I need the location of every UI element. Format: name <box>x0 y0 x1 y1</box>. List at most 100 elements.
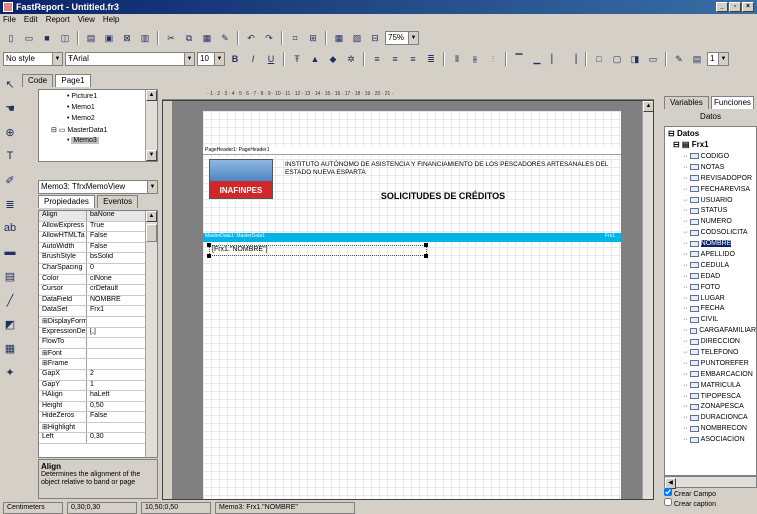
field-item[interactable]: ·· NUMERO <box>683 216 756 227</box>
menu-file[interactable]: File <box>3 15 16 26</box>
create-field-option[interactable]: Crear Campo <box>664 488 757 498</box>
ungroup-icon[interactable]: ⊞ <box>305 30 321 46</box>
field-item[interactable]: ·· EDAD <box>683 271 756 282</box>
property-row[interactable]: ⊞Font <box>39 348 145 360</box>
data-h-scrollbar[interactable]: ◀ <box>664 476 757 489</box>
data-root[interactable]: ⊟ Datos <box>665 127 756 140</box>
cut-icon[interactable]: ✂ <box>163 30 179 46</box>
text-object-icon[interactable]: ab <box>2 222 18 242</box>
field-item[interactable]: ·· TELEFONO <box>683 347 756 358</box>
property-row[interactable]: AllowHTMLTa False <box>39 232 145 243</box>
zoom-select[interactable]: 75% ▼ <box>385 31 419 45</box>
property-row[interactable]: AutoWidth False <box>39 242 145 254</box>
property-row[interactable]: CharSpacing 0 <box>39 263 145 275</box>
menu-edit[interactable]: Edit <box>24 15 38 26</box>
tab-properties[interactable]: Propiedades <box>38 195 95 208</box>
field-item[interactable]: ·· NOMBRE <box>683 238 756 249</box>
property-value[interactable]: 0,50 <box>87 402 145 412</box>
tree-item-selected[interactable]: • Memo3 <box>67 137 157 148</box>
underline-icon[interactable]: U <box>263 51 279 67</box>
property-value[interactable] <box>87 423 145 433</box>
tree-item[interactable]: • Memo2 <box>67 115 157 126</box>
property-value[interactable] <box>87 317 145 327</box>
frame-bottom-icon[interactable]: ▁ <box>529 51 545 67</box>
scroll-up-icon[interactable]: ▲ <box>146 90 157 101</box>
frame-none-icon[interactable]: ▢ <box>609 51 625 67</box>
field-item[interactable]: ·· LUGAR <box>683 293 756 304</box>
field-item[interactable]: ·· PUNTOREFER <box>683 358 756 369</box>
master-data-band[interactable]: MasterData1: MasterData1 Frx1 <box>203 233 621 242</box>
property-row[interactable]: ExpressionDe [,] <box>39 327 145 339</box>
field-item[interactable]: ·· CIVIL <box>683 314 756 325</box>
field-item[interactable]: ·· CODSOLICITA <box>683 227 756 238</box>
band-icon[interactable]: ≣ <box>2 198 18 218</box>
frame-left-icon[interactable]: ▏ <box>547 51 563 67</box>
new-dialog-icon[interactable]: ▣ <box>101 30 117 46</box>
tab-functions[interactable]: Funciones <box>711 96 754 109</box>
hand-icon[interactable]: ☚ <box>2 102 18 122</box>
property-row[interactable]: Color clNone <box>39 274 145 286</box>
property-row[interactable]: AllowExpress True <box>39 221 145 233</box>
tab-events[interactable]: Eventos <box>97 195 139 208</box>
property-value[interactable]: bsSolid <box>87 253 145 263</box>
property-row[interactable]: Align baNone <box>39 211 145 222</box>
property-row[interactable]: GapX 2 <box>39 369 145 381</box>
align-center-icon[interactable]: ≡ <box>387 51 403 67</box>
property-value[interactable] <box>87 359 145 369</box>
property-value[interactable] <box>87 349 145 359</box>
new-icon[interactable]: ▯ <box>3 30 19 46</box>
property-value[interactable]: baNone <box>87 211 145 221</box>
page-header-band[interactable]: PageHeader1: PageHeader1 <box>203 147 621 155</box>
property-value[interactable]: crDefault <box>87 285 145 295</box>
fit-grid-icon[interactable]: ⊟ <box>367 30 383 46</box>
frame-right-icon[interactable]: ▕ <box>565 51 581 67</box>
align-grid-icon[interactable]: ▧ <box>349 30 365 46</box>
property-row[interactable]: Left 0,30 <box>39 433 145 445</box>
chevron-down-icon[interactable]: ▼ <box>408 32 418 44</box>
property-value[interactable]: clNone <box>87 275 145 285</box>
report-page[interactable]: PageHeader1: PageHeader1 INAFINPES INSTI… <box>203 111 621 499</box>
undo-icon[interactable]: ↶ <box>243 30 259 46</box>
bold-icon[interactable]: B <box>227 51 243 67</box>
tree-item[interactable]: • Picture1 <box>67 93 157 104</box>
selection-handle[interactable] <box>207 243 211 247</box>
open-icon[interactable]: ▭ <box>21 30 37 46</box>
shape-icon[interactable]: ◩ <box>2 318 18 338</box>
tree-item[interactable]: • Memo1 <box>67 104 157 115</box>
menu-help[interactable]: Help <box>103 15 119 26</box>
logo-image[interactable]: INAFINPES <box>209 159 273 199</box>
tab-code[interactable]: Code <box>22 74 54 87</box>
scroll-thumb[interactable] <box>146 224 157 242</box>
field-item[interactable]: ·· MATRICULA <box>683 380 756 391</box>
field-item[interactable]: ·· TIPOPESCA <box>683 391 756 402</box>
report-title-memo[interactable]: SOLICITUDES DE CRÉDITOS <box>348 191 538 201</box>
tab-variables[interactable]: Variables <box>664 96 709 109</box>
field-item[interactable]: ·· REVISADOPOR <box>683 173 756 184</box>
picture-icon[interactable]: ▬ <box>2 246 18 266</box>
copy-icon[interactable]: ⧉ <box>181 30 197 46</box>
redo-icon[interactable]: ↷ <box>261 30 277 46</box>
field-item[interactable]: ·· EMBARCACION <box>683 369 756 380</box>
chart-icon[interactable]: ▦ <box>2 342 18 362</box>
page-settings-icon[interactable]: ▥ <box>137 30 153 46</box>
property-row[interactable]: HideZeros False <box>39 412 145 423</box>
font-size-select[interactable]: 10 ▼ <box>197 52 225 66</box>
frame-style-icon[interactable]: ▭ <box>645 51 661 67</box>
zoom-icon[interactable]: ⊕ <box>2 126 18 146</box>
create-field-checkbox[interactable] <box>664 488 672 496</box>
font-select[interactable]: ŦArial ▼ <box>65 52 195 66</box>
field-item[interactable]: ·· CEDULA <box>683 260 756 271</box>
menu-report[interactable]: Report <box>46 15 70 26</box>
property-row[interactable]: BrushStyle bsSolid <box>39 253 145 264</box>
font-color-icon[interactable]: Ŧ <box>289 51 305 67</box>
menu-view[interactable]: View <box>78 15 95 26</box>
property-row[interactable]: ⊞DisplayForma <box>39 316 145 328</box>
property-value[interactable]: 0,30 <box>87 433 145 443</box>
tab-page1[interactable]: Page1 <box>55 74 91 87</box>
property-row[interactable]: DataField NOMBRE <box>39 295 145 307</box>
grid-icon[interactable]: ▦ <box>331 30 347 46</box>
tools-icon[interactable]: ✲ <box>343 51 359 67</box>
property-row[interactable]: Height 0,50 <box>39 401 145 413</box>
field-item[interactable]: ·· CARGAFAMILIAR <box>683 325 756 336</box>
field-item[interactable]: ·· ZONAPESCA <box>683 401 756 412</box>
